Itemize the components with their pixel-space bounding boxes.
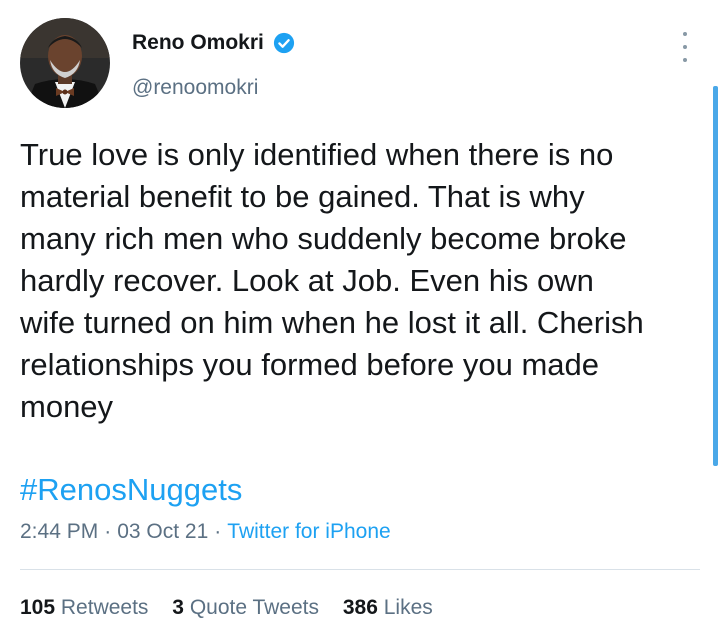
- retweets-label: Retweets: [60, 596, 149, 619]
- tweet-time: 2:44 PM: [20, 520, 99, 543]
- avatar-image: [20, 18, 110, 108]
- author-handle[interactable]: @renoomokri: [132, 76, 258, 100]
- hashtag-link[interactable]: #RenosNuggets: [20, 472, 242, 508]
- tweet-text-line: many rich men who suddenly become broke: [20, 221, 627, 256]
- scrollbar[interactable]: [713, 86, 718, 466]
- tweet-text-line: wife turned on him when he lost it all. …: [20, 305, 644, 340]
- divider: [20, 569, 700, 570]
- likes-count: 386: [342, 596, 378, 619]
- tweet-date: 03 Oct 21: [117, 520, 209, 543]
- tweet-text-line: True love is only identified when there …: [20, 137, 614, 172]
- retweets-count: 105: [20, 596, 56, 619]
- verified-badge-icon: [273, 32, 295, 54]
- tweet-text: True love is only identified when there …: [20, 134, 700, 428]
- tweet-text-line: money: [20, 389, 114, 424]
- tweet-text-line: hardly recover. Look at Job. Even his ow…: [20, 263, 594, 298]
- likes-stat[interactable]: 386 Likes: [343, 596, 433, 619]
- tweet-text-line: relationships you formed before you made: [20, 347, 599, 382]
- author-name[interactable]: Reno Omokri: [132, 31, 264, 55]
- avatar[interactable]: [20, 18, 110, 108]
- likes-label: Likes: [383, 596, 433, 619]
- tweet-meta: 2:44 PM · 03 Oct 21 · Twitter for iPhone: [20, 520, 391, 544]
- dot: [683, 45, 687, 49]
- tweet-stats: 105 Retweets 3 Quote Tweets 386 Likes: [20, 596, 451, 620]
- separator: ·: [214, 520, 222, 543]
- tweet-source-link[interactable]: Twitter for iPhone: [227, 520, 390, 543]
- tweet-text-line: material benefit to be gained. That is w…: [20, 179, 585, 214]
- tweet-detail: Reno Omokri @renoomokri True love is onl…: [0, 0, 720, 640]
- retweets-stat[interactable]: 105 Retweets: [20, 596, 148, 619]
- separator: ·: [104, 520, 112, 543]
- quotes-label: Quote Tweets: [189, 596, 320, 619]
- dot: [683, 58, 687, 62]
- dot: [683, 32, 687, 36]
- quotes-count: 3: [172, 596, 184, 619]
- more-vertical-icon[interactable]: [672, 32, 698, 62]
- quote-tweets-stat[interactable]: 3 Quote Tweets: [172, 596, 319, 619]
